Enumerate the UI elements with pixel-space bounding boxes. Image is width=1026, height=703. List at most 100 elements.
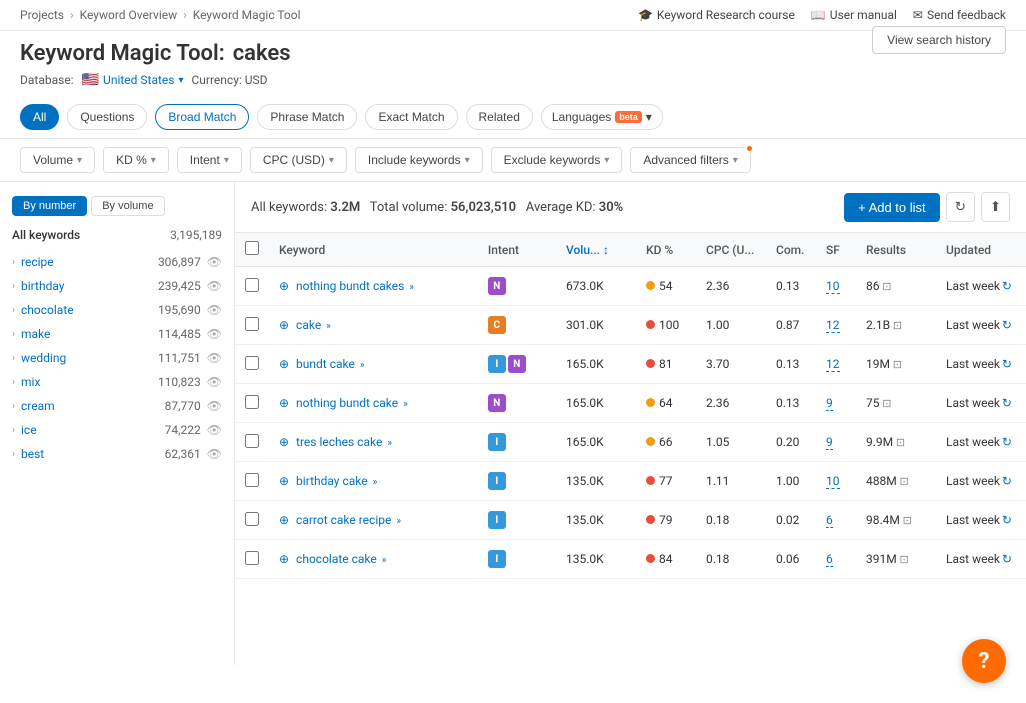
add-keyword-icon[interactable]: ⊕ (279, 552, 289, 566)
col-kd[interactable]: KD % (636, 233, 696, 267)
add-to-list-button[interactable]: + Add to list (844, 193, 940, 222)
sidebar-item[interactable]: › birthday 239,425 👁 (0, 274, 234, 298)
sf-value[interactable]: 9 (826, 396, 833, 411)
expand-arrow-icon[interactable]: › (12, 257, 15, 268)
tab-all[interactable]: All (20, 104, 59, 130)
expand-arrow-icon[interactable]: › (12, 281, 15, 292)
sf-value[interactable]: 6 (826, 552, 833, 567)
keyword-link[interactable]: nothing bundt cake (296, 396, 398, 410)
keyword-link[interactable]: chocolate cake (296, 552, 377, 566)
row-refresh-icon[interactable]: ↻ (1002, 474, 1012, 488)
row-checkbox[interactable] (245, 278, 259, 292)
add-keyword-icon[interactable]: ⊕ (279, 474, 289, 488)
col-results[interactable]: Results (856, 233, 936, 267)
eye-icon[interactable]: 👁 (207, 399, 222, 413)
keyword-link[interactable]: bundt cake (296, 357, 355, 371)
cpc-filter[interactable]: CPC (USD) ▾ (250, 147, 347, 173)
expand-arrow-icon[interactable]: › (12, 425, 15, 436)
keyword-link[interactable]: nothing bundt cakes (296, 279, 404, 293)
tab-broad-match[interactable]: Broad Match (155, 104, 249, 130)
send-feedback-link[interactable]: ✉ Send feedback (913, 8, 1006, 22)
sidebar-item[interactable]: › ice 74,222 👁 (0, 418, 234, 442)
add-keyword-icon[interactable]: ⊕ (279, 435, 289, 449)
tab-related[interactable]: Related (466, 104, 533, 130)
row-refresh-icon[interactable]: ↻ (1002, 552, 1012, 566)
sidebar-item[interactable]: › chocolate 195,690 👁 (0, 298, 234, 322)
row-refresh-icon[interactable]: ↻ (1002, 279, 1012, 293)
country-selector[interactable]: 🇺🇸 United States ▾ (82, 72, 184, 88)
row-checkbox[interactable] (245, 356, 259, 370)
add-keyword-icon[interactable]: ⊕ (279, 318, 289, 332)
expand-arrow-icon[interactable]: › (12, 353, 15, 364)
row-checkbox[interactable] (245, 317, 259, 331)
sort-by-number-button[interactable]: By number (12, 196, 87, 216)
tab-phrase-match[interactable]: Phrase Match (257, 104, 357, 130)
sf-value[interactable]: 12 (826, 357, 840, 372)
sf-value[interactable]: 10 (826, 474, 840, 489)
sf-value[interactable]: 6 (826, 513, 833, 528)
sf-value[interactable]: 12 (826, 318, 840, 333)
view-search-history-button[interactable]: View search history (872, 26, 1006, 54)
tab-languages[interactable]: Languages beta ▾ (541, 104, 663, 130)
exclude-keywords-filter[interactable]: Exclude keywords ▾ (491, 147, 623, 173)
advanced-filters-button[interactable]: Advanced filters ▾ (630, 147, 750, 173)
add-keyword-icon[interactable]: ⊕ (279, 279, 289, 293)
row-checkbox[interactable] (245, 551, 259, 565)
row-checkbox[interactable] (245, 434, 259, 448)
add-keyword-icon[interactable]: ⊕ (279, 357, 289, 371)
sidebar-item[interactable]: › wedding 111,751 👁 (0, 346, 234, 370)
row-refresh-icon[interactable]: ↻ (1002, 318, 1012, 332)
select-all-checkbox[interactable] (245, 241, 259, 255)
add-keyword-icon[interactable]: ⊕ (279, 513, 289, 527)
sidebar-item[interactable]: › make 114,485 👁 (0, 322, 234, 346)
kd-filter[interactable]: KD % ▾ (103, 147, 169, 173)
sidebar-item[interactable]: › mix 110,823 👁 (0, 370, 234, 394)
expand-arrow-icon[interactable]: › (12, 377, 15, 388)
col-com[interactable]: Com. (766, 233, 816, 267)
sf-value[interactable]: 10 (826, 279, 840, 294)
row-refresh-icon[interactable]: ↻ (1002, 513, 1012, 527)
help-button[interactable]: ? (962, 639, 1006, 683)
eye-icon[interactable]: 👁 (207, 303, 222, 317)
eye-icon[interactable]: 👁 (207, 279, 222, 293)
breadcrumb-keyword-overview[interactable]: Keyword Overview (80, 8, 178, 22)
eye-icon[interactable]: 👁 (207, 375, 222, 389)
expand-arrow-icon[interactable]: › (12, 449, 15, 460)
eye-icon[interactable]: 👁 (207, 351, 222, 365)
col-sf[interactable]: SF (816, 233, 856, 267)
keyword-link[interactable]: tres leches cake (296, 435, 382, 449)
export-button[interactable]: ⬆ (981, 192, 1010, 222)
breadcrumb-projects[interactable]: Projects (20, 8, 64, 22)
row-refresh-icon[interactable]: ↻ (1002, 396, 1012, 410)
eye-icon[interactable]: 👁 (207, 255, 222, 269)
sidebar-item[interactable]: › best 62,361 👁 (0, 442, 234, 466)
add-keyword-icon[interactable]: ⊕ (279, 396, 289, 410)
tab-exact-match[interactable]: Exact Match (365, 104, 457, 130)
volume-filter[interactable]: Volume ▾ (20, 147, 95, 173)
col-volume[interactable]: Volu... ↕ (556, 233, 636, 267)
keyword-research-course-link[interactable]: 🎓 Keyword Research course (638, 8, 795, 22)
col-keyword[interactable]: Keyword (269, 233, 478, 267)
row-refresh-icon[interactable]: ↻ (1002, 435, 1012, 449)
row-checkbox[interactable] (245, 512, 259, 526)
expand-arrow-icon[interactable]: › (12, 329, 15, 340)
keyword-link[interactable]: birthday cake (296, 474, 368, 488)
keyword-link[interactable]: cake (296, 318, 321, 332)
eye-icon[interactable]: 👁 (207, 327, 222, 341)
col-cpc[interactable]: CPC (U... (696, 233, 766, 267)
user-manual-link[interactable]: 📖 User manual (811, 8, 897, 22)
sort-by-volume-button[interactable]: By volume (91, 196, 164, 216)
row-checkbox[interactable] (245, 473, 259, 487)
eye-icon[interactable]: 👁 (207, 447, 222, 461)
sf-value[interactable]: 9 (826, 435, 833, 450)
expand-arrow-icon[interactable]: › (12, 305, 15, 316)
sidebar-item[interactable]: › cream 87,770 👁 (0, 394, 234, 418)
expand-arrow-icon[interactable]: › (12, 401, 15, 412)
row-checkbox[interactable] (245, 395, 259, 409)
eye-icon[interactable]: 👁 (207, 423, 222, 437)
refresh-button[interactable]: ↻ (946, 192, 975, 222)
sidebar-item[interactable]: › recipe 306,897 👁 (0, 250, 234, 274)
include-keywords-filter[interactable]: Include keywords ▾ (355, 147, 483, 173)
keyword-link[interactable]: carrot cake recipe (296, 513, 391, 527)
row-refresh-icon[interactable]: ↻ (1002, 357, 1012, 371)
